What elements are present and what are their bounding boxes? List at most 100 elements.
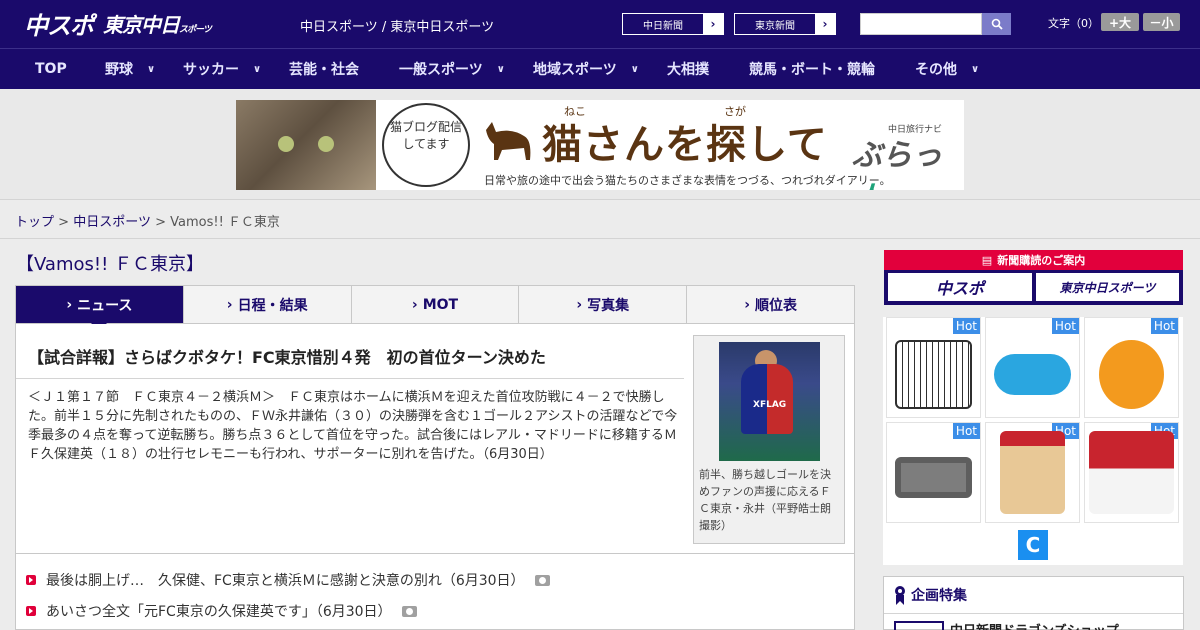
tab-schedule-results[interactable]: › 日程・結果 — [182, 286, 351, 323]
chevron-down-icon: ∨ — [496, 63, 505, 75]
site-logo[interactable]: 中スポ 東京中日スポーツ — [24, 8, 212, 40]
cat-toy-car-icon — [994, 354, 1071, 395]
chevron-down-icon: ∨ — [253, 63, 262, 75]
subscribe-tokyo-button[interactable]: 東京中日スポーツ — [1036, 273, 1179, 301]
bullet-arrow-icon — [26, 606, 36, 616]
tab-mot[interactable]: › MOT — [350, 286, 519, 323]
nav-local-sports[interactable]: 地域スポーツ ∨ — [533, 49, 639, 89]
ad-tile-cat-toy-car[interactable]: Hot — [985, 317, 1080, 418]
camera-icon — [534, 574, 550, 586]
cat-silhouette-icon — [486, 122, 531, 160]
article-photo: XFLAG — [719, 342, 820, 461]
nav-sumo[interactable]: 大相撲 — [667, 49, 709, 89]
cat-photo — [236, 100, 376, 190]
nav-general-sports[interactable]: 一般スポーツ ∨ — [399, 49, 505, 89]
search-input[interactable] — [860, 13, 982, 35]
feature-link[interactable]: 中日新聞ドラゴンズショップ — [950, 620, 1119, 630]
nav-top[interactable]: TOP — [35, 49, 67, 89]
top-header: 中スポ 東京中日スポーツ 中日スポーツ / 東京中日スポーツ 中日新聞 › 東京… — [0, 0, 1200, 48]
chunichi-shimbun-link[interactable]: 中日新聞 › — [622, 13, 724, 35]
ad-tile-dog-crate[interactable]: Hot — [886, 317, 981, 418]
nav-entertainment[interactable]: 芸能・社会 — [289, 49, 359, 89]
logo-chuspo: 中スポ — [24, 11, 94, 40]
tab-photos[interactable]: › 写真集 — [518, 286, 686, 323]
chevron-right-icon: › — [815, 14, 835, 34]
font-size-label: 文字（0） — [1048, 17, 1099, 30]
hot-badge: Hot — [1150, 318, 1178, 334]
banner-headline: 猫さんを探して — [542, 122, 828, 168]
site-title: 中日スポーツ / 東京中日スポーツ — [300, 20, 495, 35]
nav-baseball[interactable]: 野球 ∨ — [105, 49, 155, 89]
cat-eye — [278, 136, 294, 152]
news-list: 最後は胴上げ… 久保健、FC東京と横浜Ｍに感謝と決意の別れ（6月30日） あいさ… — [15, 554, 855, 630]
breadcrumb-chunichi-sports[interactable]: 中日スポーツ — [73, 215, 151, 230]
nav-racing[interactable]: 競馬・ボート・競輪 — [749, 49, 875, 89]
breadcrumb-top[interactable]: トップ — [15, 215, 54, 230]
cat-eye — [318, 136, 334, 152]
nav-soccer[interactable]: サッカー ∨ — [183, 49, 261, 89]
search-icon — [991, 18, 1003, 30]
player-jersey — [741, 364, 793, 434]
banner-subtitle: 日常や旅の途中で出会う猫たちのさまざまな表情をつづる、つれづれダイアリー。 — [484, 174, 891, 187]
divider — [16, 378, 684, 379]
main-nav: TOP 野球 ∨ サッカー ∨ 芸能・社会 一般スポーツ ∨ 地域スポーツ ∨ 大相撲 … — [0, 48, 1200, 89]
subscribe-chuspo-button[interactable]: 中スポ — [888, 273, 1032, 301]
dog-crate-icon — [895, 340, 972, 409]
cat-toy-tower-icon — [1099, 340, 1164, 409]
logo-tokyo-chunichi: 東京中日スポーツ — [103, 12, 212, 37]
antiseptic-wipes-icon — [1089, 431, 1174, 514]
hot-badge: Hot — [952, 318, 980, 334]
photo-caption: 前半、勝ち越しゴールを決めファンの声援に応えるＦＣ東京・永井（平野皓士朗撮影） — [699, 468, 831, 532]
camera-icon — [401, 605, 417, 617]
newspaper-icon: ▤ — [981, 253, 993, 267]
ribbon-icon — [895, 586, 905, 605]
ad-tile-antiseptic-wipes[interactable]: Hot — [1084, 422, 1179, 523]
chevron-down-icon: ∨ — [971, 63, 980, 75]
subscription-heading: ▤ 新聞購読のご案内 — [884, 250, 1183, 270]
chevron-right-icon: › — [744, 296, 750, 313]
list-item[interactable]: 最後は胴上げ… 久保健、FC東京と横浜Ｍに感謝と決意の別れ（6月30日） — [26, 570, 550, 590]
breadcrumb: トップ > 中日スポーツ > Vamos!! ＦＣ東京 — [15, 211, 280, 230]
feature-heading: 企画特集 — [894, 585, 967, 605]
ad-tile-dog-treat-jar[interactable]: Hot — [985, 422, 1080, 523]
tab-news[interactable]: › ニュース — [16, 286, 183, 331]
feature-thumbnail[interactable] — [894, 621, 944, 630]
subscription-box: ▤ 新聞購読のご案内 中スポ 東京中日スポーツ — [884, 250, 1183, 305]
chevron-down-icon: ∨ — [147, 63, 156, 75]
cat-blog-banner[interactable]: 猫ブログ配信してます ねこ さが 猫さんを探して 中日旅行ナビ ぶらっ人 日常や… — [236, 100, 964, 190]
dog-treat-jar-icon — [1000, 431, 1065, 514]
ad-widget: i ✕ Hot Hot Hot Hot Hot Hot C — [883, 316, 1183, 565]
top-article: 【試合詳報】さらばクボタケ！FC東京惜別４発 初の首位ターン決めた ＜Ｊ１第１７… — [15, 324, 855, 554]
nav-other[interactable]: その他 ∨ — [915, 49, 979, 89]
list-item[interactable]: あいさつ全文「元FC東京の久保建英です」（6月30日） — [26, 601, 417, 621]
ad-brand-logo[interactable]: C — [1018, 530, 1048, 560]
chevron-right-icon: › — [703, 14, 723, 34]
divider — [0, 238, 1200, 239]
ad-tile-pet-bed[interactable]: Hot — [886, 422, 981, 523]
search-button[interactable] — [982, 13, 1011, 35]
article-photo-box[interactable]: XFLAG 前半、勝ち越しゴールを決めファンの声援に応えるＦＣ東京・永井（平野皓… — [693, 335, 845, 544]
breadcrumb-separator: > — [155, 215, 166, 230]
hot-badge: Hot — [952, 423, 980, 439]
font-bigger-button[interactable]: +大 — [1101, 13, 1139, 31]
article-title[interactable]: 【試合詳報】さらばクボタケ！FC東京惜別４発 初の首位ターン決めた — [28, 344, 546, 368]
tab-standings[interactable]: › 順位表 — [686, 286, 854, 323]
hot-badge: Hot — [1051, 318, 1079, 334]
chevron-right-icon: › — [411, 296, 418, 313]
tokyo-shimbun-link[interactable]: 東京新聞 › — [734, 13, 836, 35]
jersey-sponsor: XFLAG — [753, 400, 787, 410]
bullet-arrow-icon — [26, 575, 36, 585]
chevron-right-icon: › — [576, 296, 583, 313]
pet-bed-icon — [895, 457, 972, 498]
font-smaller-button[interactable]: －小 — [1143, 13, 1180, 31]
divider — [884, 613, 1183, 614]
chevron-right-icon: › — [226, 296, 233, 313]
breadcrumb-separator: > — [58, 215, 70, 230]
breadcrumb-current: Vamos!! ＦＣ東京 — [170, 215, 280, 230]
ad-tile-cat-toy-tower[interactable]: Hot — [1084, 317, 1179, 418]
banner-area: 猫ブログ配信してます ねこ さが 猫さんを探して 中日旅行ナビ ぶらっ人 日常や… — [0, 89, 1200, 200]
section-tabs: › ニュース › 日程・結果 › MOT › 写真集 › 順位表 — [15, 285, 855, 331]
page-title: 【Vamos!! ＦＣ東京】 — [16, 254, 205, 275]
article-summary: ＜Ｊ１第１７節 ＦＣ東京４－２横浜Ｍ＞ ＦＣ東京はホームに横浜Ｍを迎えた首位攻防… — [28, 390, 678, 462]
chevron-down-icon: ∨ — [630, 63, 639, 75]
